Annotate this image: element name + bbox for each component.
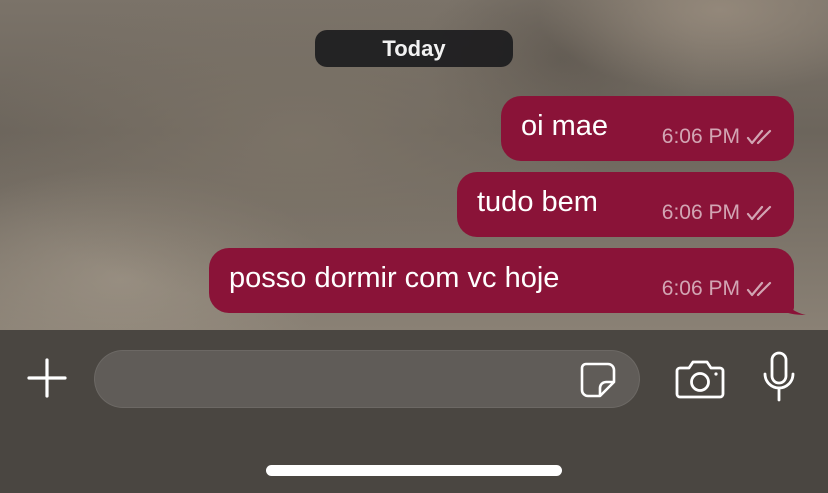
message-input[interactable] [115,351,559,407]
sticker-icon[interactable] [578,360,618,400]
bubble-tail [780,290,806,315]
message-meta: 6:06 PM [662,201,776,225]
date-separator-label: Today [382,35,446,61]
message-time: 6:06 PM [661,125,740,148]
double-check-icon [746,129,772,145]
message-time: 6:06 PM [661,201,740,224]
date-separator: Today [315,30,513,67]
double-check-icon [746,205,772,221]
home-indicator[interactable] [266,465,562,476]
plus-icon[interactable] [24,355,70,401]
message-text: oi mae [521,110,609,142]
message-bubble[interactable]: oi mae 6:06 PM [501,96,794,161]
camera-icon[interactable] [674,356,726,402]
message-bubble[interactable]: tudo bem 6:06 PM [457,172,794,237]
message-bubble[interactable]: posso dormir com vc hoje 6:06 PM [209,248,794,313]
double-check-icon [746,281,772,297]
message-time: 6:06 PM [661,277,740,300]
message-meta: 6:06 PM [662,277,776,301]
message-text: tudo bem [477,186,598,218]
message-meta: 6:06 PM [662,125,776,149]
microphone-icon[interactable] [760,350,798,404]
message-input-container [94,350,640,408]
message-text: posso dormir com vc hoje [229,262,560,294]
